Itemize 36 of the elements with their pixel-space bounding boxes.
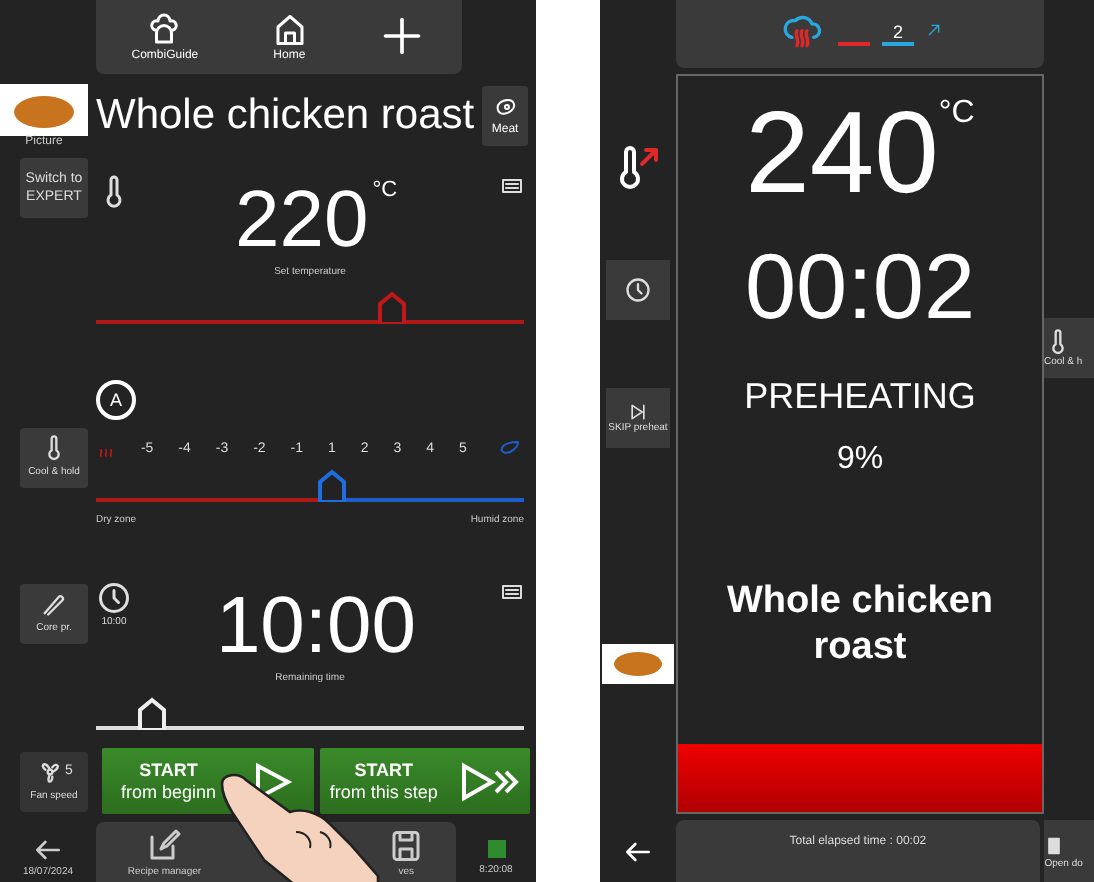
slider-thumb[interactable] xyxy=(375,289,408,324)
temperature-unit: °C xyxy=(372,175,398,206)
temperature-value[interactable]: 220 xyxy=(234,173,369,266)
food-photo[interactable] xyxy=(0,83,88,136)
save-icon xyxy=(388,827,425,863)
edit-icon xyxy=(146,827,183,863)
time-value[interactable]: 10:00 xyxy=(215,579,417,672)
recipe-title: Whole chicken roast xyxy=(724,578,996,670)
home-status-icon xyxy=(487,840,505,858)
temperature-unit: °C xyxy=(938,94,975,134)
keyboard-icon xyxy=(500,173,524,198)
progress-percent: 9% xyxy=(836,442,884,478)
timer-button[interactable] xyxy=(606,260,670,320)
steak-icon xyxy=(491,95,520,120)
keyboard-icon xyxy=(499,579,524,604)
probe-icon xyxy=(40,589,68,618)
home-icon xyxy=(271,11,308,48)
clock-icon xyxy=(624,276,652,304)
elapsed-timer: 00:02 xyxy=(744,236,976,336)
door-icon xyxy=(1044,833,1065,857)
start-button[interactable]: START from this step xyxy=(319,748,530,815)
rising-arrow-icon xyxy=(926,22,942,38)
add-icon xyxy=(380,14,425,59)
fast-forward-icon xyxy=(459,761,520,802)
clock-icon xyxy=(96,579,132,616)
humidity-mode-icon[interactable]: A xyxy=(96,380,136,421)
food-photo xyxy=(602,644,674,684)
add-button[interactable] xyxy=(380,14,425,59)
slider-thumb[interactable] xyxy=(315,468,348,503)
status-label: PREHEATING xyxy=(744,376,976,418)
oven-temperature: 240 xyxy=(745,92,939,216)
skip-icon xyxy=(628,402,648,422)
chef-hat-icon xyxy=(146,11,183,48)
rising-temperature-icon xyxy=(614,144,662,192)
recipe-title: Whole chicken roast xyxy=(96,91,475,140)
steam-level-value: 2 xyxy=(892,22,903,42)
